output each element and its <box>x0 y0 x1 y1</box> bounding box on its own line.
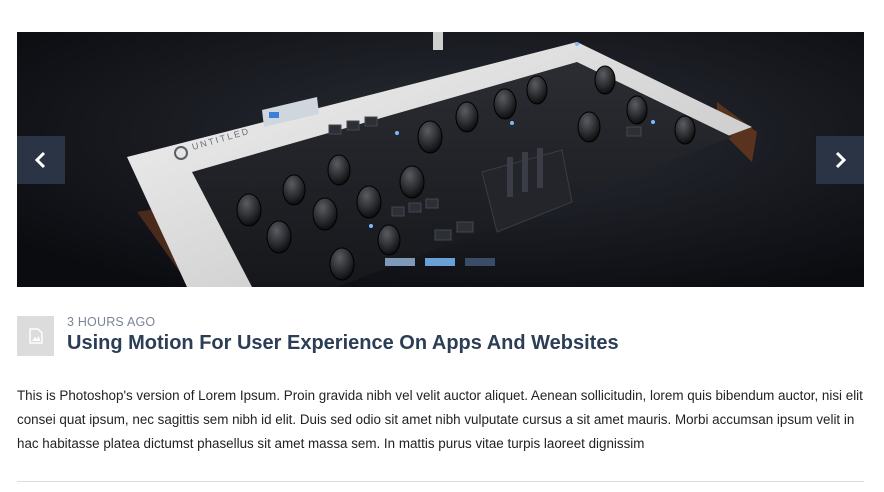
chevron-right-icon <box>835 151 847 169</box>
slide-image-synthesizer: UNTITLED <box>17 32 864 287</box>
post-timestamp: 3 HOURS AGO <box>67 315 156 329</box>
slider-dot-1[interactable] <box>385 258 415 266</box>
post-title-link[interactable]: Using Motion For User Experience On Apps… <box>67 332 619 355</box>
image-placeholder-icon <box>28 328 43 344</box>
image-slider[interactable]: UNTITLED <box>17 32 864 287</box>
chevron-left-icon <box>34 151 46 169</box>
slider-next-button[interactable] <box>816 136 864 184</box>
slider-prev-button[interactable] <box>17 136 65 184</box>
divider <box>17 481 864 482</box>
slider-pagination <box>385 258 495 266</box>
slider-dot-3[interactable] <box>465 258 495 266</box>
slider-dot-2[interactable] <box>425 258 455 266</box>
post-excerpt: This is Photoshop's version of Lorem Ips… <box>17 388 863 451</box>
post-thumbnail[interactable] <box>17 316 54 356</box>
